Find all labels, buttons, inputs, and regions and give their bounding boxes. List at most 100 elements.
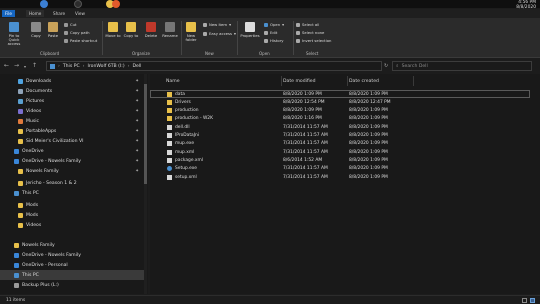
paste-button[interactable]: Paste bbox=[46, 22, 60, 38]
pin-icon[interactable]: ✦ bbox=[135, 169, 139, 174]
nav-item[interactable]: Jericho - Season 1 & 2 bbox=[0, 178, 145, 188]
nav-item[interactable]: Music ✦ bbox=[0, 116, 145, 126]
back-arrow-icon[interactable]: ← bbox=[4, 62, 9, 69]
forward-arrow-icon[interactable]: → bbox=[14, 62, 19, 69]
column-divider[interactable] bbox=[281, 76, 282, 86]
rename-button[interactable]: Rename bbox=[161, 22, 179, 38]
nav-item[interactable]: OneDrive - Nowels Family ✦ bbox=[0, 156, 145, 166]
properties-button[interactable]: Properties bbox=[240, 22, 260, 38]
chevron-down-icon: ▾ bbox=[282, 22, 285, 27]
tab-view[interactable]: View bbox=[72, 10, 88, 17]
pin-icon[interactable]: ✦ bbox=[135, 119, 139, 124]
browser-icon[interactable] bbox=[112, 0, 120, 8]
column-divider[interactable] bbox=[347, 76, 348, 86]
file-date-modified: 8/6/2014 1:52 AM bbox=[283, 157, 323, 163]
tab-share[interactable]: Share bbox=[50, 10, 68, 17]
nav-item[interactable]: PortableApps ✦ bbox=[0, 126, 145, 136]
file-row[interactable]: mup.exe 7/31/2014 11:57 AM 8/8/2020 1:09 P… bbox=[150, 140, 530, 148]
nav-item[interactable]: This PC bbox=[0, 188, 145, 198]
open-icon bbox=[264, 22, 268, 27]
file-row[interactable]: mup.xml 7/31/2014 11:57 AM 8/8/2020 1:09 P… bbox=[150, 148, 530, 156]
pin-quick-access-button[interactable]: Pin to Quick access bbox=[3, 22, 25, 46]
pin-icon[interactable]: ✦ bbox=[135, 149, 139, 154]
address-bar[interactable]: › This PC › IronWolf 6TB (I:) › Dell bbox=[46, 61, 382, 71]
column-divider[interactable] bbox=[413, 76, 414, 86]
column-header-date-created[interactable]: Date created bbox=[349, 76, 379, 86]
easy-access-button[interactable]: Easy access ▾ bbox=[203, 31, 236, 36]
file-row[interactable]: setup.xml 7/31/2014 11:57 AM 8/8/2020 1:09… bbox=[150, 173, 530, 181]
nav-item[interactable]: OneDrive - Nowels Family bbox=[0, 250, 145, 260]
breadcrumb-item[interactable]: Dell bbox=[133, 64, 142, 69]
history-button[interactable]: History bbox=[264, 38, 284, 43]
nav-scrollbar[interactable] bbox=[144, 74, 147, 294]
cut-button[interactable]: Cut bbox=[64, 22, 77, 27]
file-row[interactable]: production - W2K 8/8/2020 1:16 PM 8/8/2020… bbox=[150, 115, 530, 123]
column-header-date-modified[interactable]: Date modified bbox=[283, 76, 316, 86]
scrollbar-thumb[interactable] bbox=[144, 84, 147, 184]
paste-shortcut-button[interactable]: Paste shortcut bbox=[64, 38, 97, 43]
copy-path-button[interactable]: Copy path bbox=[64, 30, 89, 35]
invert-selection-button[interactable]: Invert selection bbox=[296, 38, 331, 43]
nav-item[interactable]: Pictures ✦ bbox=[0, 96, 145, 106]
file-row[interactable]: IProDataJni 7/31/2014 11:57 AM 8/8/2020 1:… bbox=[150, 132, 530, 140]
breadcrumb-item[interactable]: This PC bbox=[63, 64, 80, 69]
app-icon[interactable] bbox=[40, 0, 48, 8]
nav-item[interactable]: OneDrive ✦ bbox=[0, 146, 145, 156]
file-row[interactable]: dell.dll 7/31/2014 11:57 AM 8/8/2020 1:09 … bbox=[150, 123, 530, 131]
file-row[interactable]: Drivers 8/8/2020 12:54 PM 8/8/2020 12:47 P… bbox=[150, 98, 530, 106]
copy-button[interactable]: Copy bbox=[29, 22, 43, 38]
new-folder-label: New folder bbox=[185, 33, 197, 42]
pin-icon[interactable]: ✦ bbox=[135, 99, 139, 104]
select-all-button[interactable]: Select all bbox=[296, 22, 319, 27]
large-icons-view-icon[interactable] bbox=[530, 298, 535, 303]
nav-item[interactable]: Sid Meier's Civilization VI ✦ bbox=[0, 136, 145, 146]
pin-icon[interactable]: ✦ bbox=[135, 159, 139, 164]
tab-file[interactable]: File bbox=[2, 10, 16, 17]
nav-item[interactable]: Backup Plus (L:) bbox=[0, 280, 145, 290]
open-button[interactable]: Open ▾ bbox=[264, 22, 284, 27]
nav-item[interactable]: Mods bbox=[0, 200, 145, 210]
tab-home[interactable]: Home bbox=[26, 10, 45, 17]
nav-item-label: Pictures bbox=[26, 98, 45, 104]
breadcrumb-item[interactable]: IronWolf 6TB (I:) bbox=[88, 64, 125, 69]
file-date-modified: 7/31/2014 11:57 AM bbox=[283, 166, 328, 172]
select-none-button[interactable]: Select none bbox=[296, 30, 324, 35]
pin-icon[interactable]: ✦ bbox=[135, 139, 139, 144]
nav-item[interactable]: Nowels Family bbox=[0, 240, 145, 250]
refresh-icon[interactable]: ↻ bbox=[384, 63, 388, 69]
copy-to-button[interactable]: Copy to bbox=[123, 22, 139, 38]
nav-item[interactable]: Videos bbox=[0, 220, 145, 230]
nav-item[interactable]: Downloads ✦ bbox=[0, 76, 145, 86]
nav-item-label: Mods bbox=[26, 212, 39, 218]
search-box[interactable]: ⌕ Search Dell bbox=[392, 61, 532, 71]
new-folder-button[interactable]: New folder bbox=[184, 22, 198, 42]
pin-icon[interactable]: ✦ bbox=[135, 129, 139, 134]
paste-shortcut-icon bbox=[64, 38, 68, 43]
file-row[interactable]: data 8/8/2020 1:09 PM 8/8/2020 1:09 PM bbox=[150, 90, 530, 99]
file-row[interactable]: production 8/8/2020 1:09 PM 8/8/2020 1:09 … bbox=[150, 107, 530, 115]
folder-icon bbox=[14, 190, 19, 196]
column-header-name[interactable]: Name bbox=[166, 76, 180, 86]
nav-item[interactable]: Mods bbox=[0, 210, 145, 220]
pin-icon[interactable]: ✦ bbox=[135, 79, 139, 84]
file-row[interactable]: Setup.exe 7/31/2014 11:57 AM 8/8/2020 1:09… bbox=[150, 165, 530, 173]
file-row[interactable]: package.xml 8/6/2014 1:52 AM 8/8/2020 1:09… bbox=[150, 156, 530, 164]
nav-item[interactable]: Documents ✦ bbox=[0, 86, 145, 96]
folder-icon bbox=[18, 168, 23, 174]
nav-item[interactable]: OneDrive - Personal bbox=[0, 260, 145, 270]
new-item-button[interactable]: New item ▾ bbox=[203, 22, 231, 27]
nav-item[interactable]: This PC bbox=[0, 270, 145, 280]
up-arrow-icon[interactable]: ↑ bbox=[32, 62, 37, 69]
nav-item[interactable]: Nowels Family ✦ bbox=[0, 166, 145, 176]
details-view-icon[interactable] bbox=[522, 298, 527, 303]
nav-item-label: This PC bbox=[22, 190, 39, 196]
pin-icon[interactable]: ✦ bbox=[135, 109, 139, 114]
delete-button[interactable]: Delete bbox=[143, 22, 159, 38]
recent-chevron-icon[interactable]: ▾ bbox=[24, 64, 26, 69]
pin-icon[interactable]: ✦ bbox=[135, 89, 139, 94]
app-icon[interactable] bbox=[74, 0, 82, 8]
nav-item[interactable]: Videos ✦ bbox=[0, 106, 145, 116]
copy-path-label: Copy path bbox=[70, 30, 90, 35]
move-to-button[interactable]: Move to bbox=[105, 22, 121, 38]
edit-button[interactable]: Edit bbox=[264, 30, 277, 35]
